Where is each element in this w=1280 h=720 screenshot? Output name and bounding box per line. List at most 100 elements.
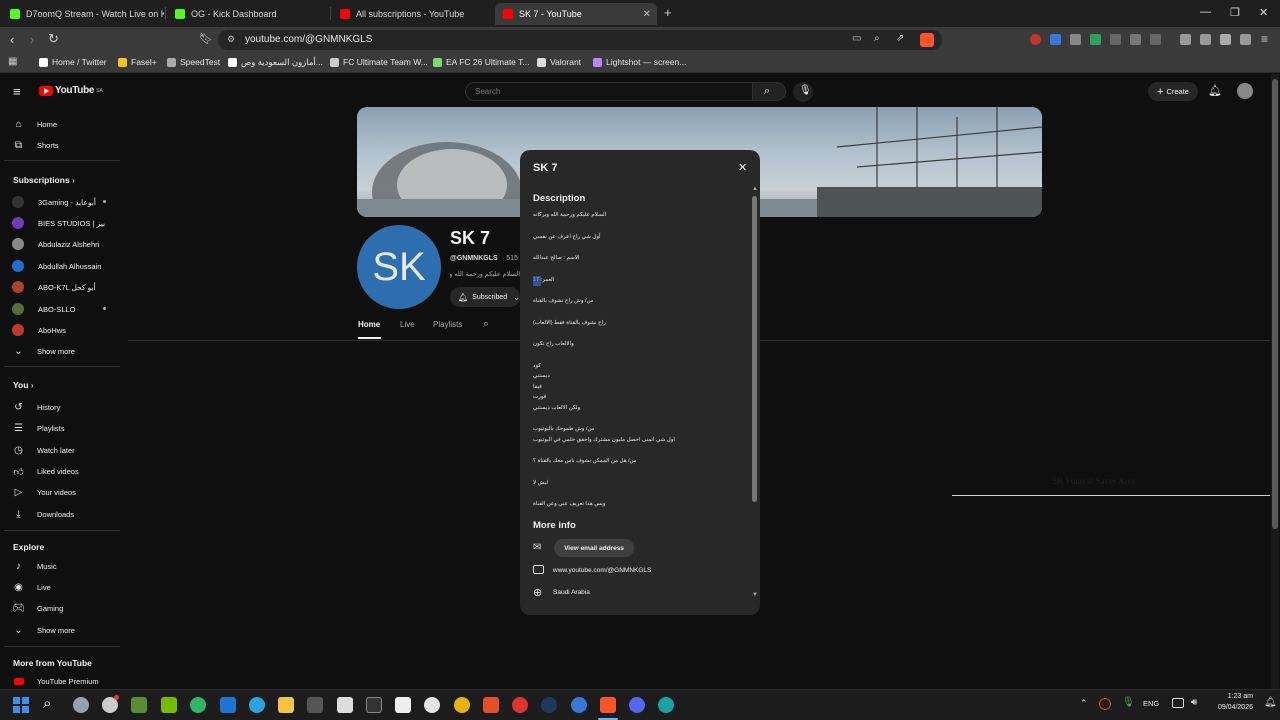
tab-live[interactable]: Live (400, 320, 415, 329)
minecraft-icon[interactable] (131, 697, 147, 713)
sidebar-subscription[interactable]: BIES STUDIOS | بيز (12, 217, 105, 229)
sidebar-subscription[interactable]: ABO-SLLO (12, 303, 76, 315)
network-icon[interactable] (1172, 698, 1184, 708)
show-more-subscriptions[interactable]: ⌄ Show more (12, 345, 75, 358)
channel-description-snippet[interactable]: السلام عليكم ورحمة الله وبركاته (450, 270, 520, 278)
extension-icon[interactable] (1090, 34, 1101, 45)
close-tab-icon[interactable]: ✕ (643, 9, 651, 20)
reload-icon[interactable]: ↻ (48, 31, 59, 47)
sidebar-subscription[interactable]: Abdullah Alhussain (12, 260, 101, 272)
back-icon[interactable]: ‹ (10, 32, 14, 47)
nvidia-icon[interactable] (161, 697, 177, 713)
sidebar-item-shorts[interactable]: ⧉ Shorts (12, 139, 59, 152)
sidebar-subscription[interactable]: ABO-K7L أبو كحل (12, 281, 96, 293)
bookmark-item[interactable]: Fasel+ (118, 57, 157, 67)
maximize-icon[interactable]: ❐ (1230, 6, 1240, 19)
address-bar[interactable]: ⚙︎ youtube.com/@GNMNKGLS ▭ ⌕ ⇗ (218, 30, 942, 50)
search-input[interactable]: Search (465, 82, 753, 101)
volume-icon[interactable]: 🔊︎ (1191, 697, 1197, 708)
bookmark-icon[interactable]: 🔖︎ (199, 32, 213, 45)
sidebar-subscription[interactable]: AboHws (12, 324, 66, 336)
browser-tab-3[interactable]: All subscriptions - YouTube (332, 3, 492, 25)
sidebar-item-live[interactable]: ◉ Live (12, 581, 51, 594)
scroll-up-arrow-icon[interactable]: ▲ (752, 186, 758, 192)
tab-home[interactable]: Home (358, 320, 380, 329)
account-avatar[interactable] (1237, 83, 1253, 99)
scroll-down-arrow-icon[interactable]: ▼ (752, 592, 758, 598)
sidebar-item-youtube-premium[interactable]: YouTube Premium (12, 675, 99, 688)
clock-time[interactable]: 1:23 am (1208, 693, 1253, 700)
edge-icon[interactable] (190, 697, 206, 713)
leo-ai-icon[interactable] (1220, 34, 1231, 45)
sidebar-toggle-icon[interactable] (1180, 34, 1191, 45)
page-scrollbar[interactable] (1271, 74, 1279, 689)
you-heading[interactable]: You › (13, 380, 33, 390)
sidebar-item-gaming[interactable]: 🎮︎ Gaming (12, 602, 63, 615)
sidebar-item-playlists[interactable]: ☰ Playlists (12, 422, 65, 435)
sidebar-item-watch-later[interactable]: ◷ Watch later (12, 444, 75, 457)
sidebar-item-liked-videos[interactable]: 👍︎ Liked videos (12, 465, 78, 478)
extension-icon[interactable] (1150, 34, 1161, 45)
search-icon[interactable]: ⌕ (43, 695, 51, 712)
epic-games-icon[interactable] (366, 697, 382, 713)
bookmark-item[interactable]: EA FC 26 Ultimate T... (433, 57, 529, 67)
bookmark-item[interactable]: أمازون السعودية وص... (228, 57, 323, 68)
file-explorer-icon[interactable] (278, 697, 294, 713)
wallet-icon[interactable] (1200, 34, 1211, 45)
brave-shields-icon[interactable] (920, 33, 934, 47)
cast-icon[interactable]: ▭ (852, 33, 861, 44)
sidebar-item-history[interactable]: ↺ History (12, 401, 60, 414)
clock-date[interactable]: 09/04/2026 (1200, 704, 1253, 711)
capcut-icon[interactable] (395, 697, 411, 713)
extensions-icon[interactable] (1130, 34, 1141, 45)
microphone-tray-icon[interactable]: 🎙︎ (1122, 697, 1135, 708)
brave-icon[interactable] (600, 697, 616, 713)
sidebar-item-music[interactable]: ♪ Music (12, 560, 57, 573)
tray-overflow-icon[interactable]: ⌃ (1080, 698, 1088, 709)
site-info-icon[interactable]: ⚙︎ (227, 34, 235, 45)
tray-app-icon[interactable] (1099, 698, 1111, 710)
bookmark-item[interactable]: Valorant (537, 57, 581, 67)
telegram-icon[interactable] (249, 697, 265, 713)
view-email-button[interactable]: View email address (554, 539, 634, 557)
dialog-scrollbar-thumb[interactable] (752, 196, 757, 502)
keyboard-app-icon[interactable] (307, 697, 323, 713)
extension-icon[interactable] (1050, 34, 1061, 45)
game-controller-icon[interactable] (337, 697, 353, 713)
channel-search-icon[interactable]: ⌕ (483, 318, 489, 331)
extension-icon[interactable] (1110, 34, 1121, 45)
blue-app-icon[interactable] (571, 697, 587, 713)
bookmark-item[interactable]: Home / Twitter (39, 57, 107, 67)
browser-tab-2[interactable]: OG - Kick Dashboard (167, 3, 327, 25)
red-app-icon[interactable] (512, 697, 528, 713)
brave-alt-icon[interactable] (483, 697, 499, 713)
ublock-icon[interactable] (1030, 34, 1041, 45)
windows-start-icon[interactable] (13, 697, 29, 713)
sidebar-item-home[interactable]: ⌂ Home (12, 118, 57, 131)
discord-icon[interactable] (629, 697, 645, 713)
sidebar-item-downloads[interactable]: ⤓ Downloads (12, 508, 74, 521)
youtube-logo[interactable]: YouTube SA (39, 85, 103, 96)
steam-icon[interactable] (541, 697, 557, 713)
browser-menu-icon[interactable]: ≡ (1261, 32, 1268, 46)
settings-icon[interactable] (73, 697, 89, 713)
outlook-icon[interactable] (220, 697, 236, 713)
forward-icon[interactable]: › (30, 32, 34, 47)
minimize-icon[interactable]: — (1200, 6, 1211, 18)
extension-icon[interactable] (1070, 34, 1081, 45)
bookmark-item[interactable]: SpeedTest (167, 57, 220, 67)
zoom-icon[interactable]: ⌕ (874, 33, 880, 44)
bookmark-item[interactable]: Lightshot — screen... (593, 57, 686, 67)
chrome-icon[interactable] (454, 697, 470, 713)
sidebar-subscription[interactable]: Abdulaziz Alshehri (12, 238, 99, 250)
tab-playlists[interactable]: Playlists (433, 320, 462, 329)
subscriptions-heading[interactable]: Subscriptions › (13, 175, 75, 185)
scrollbar-thumb[interactable] (1272, 79, 1278, 529)
teal-app-icon[interactable] (658, 697, 674, 713)
hamburger-menu-icon[interactable]: ≡ (13, 84, 21, 99)
share-icon[interactable]: ⇗ (896, 33, 904, 44)
close-icon[interactable]: ✕ (738, 161, 747, 174)
bookmark-item[interactable]: FC Ultimate Team W... (330, 57, 428, 67)
browser-tab-4-active[interactable]: SK 7 - YouTube ✕ (495, 3, 657, 25)
notifications-bell-icon[interactable]: 🔔︎ (1208, 84, 1222, 97)
